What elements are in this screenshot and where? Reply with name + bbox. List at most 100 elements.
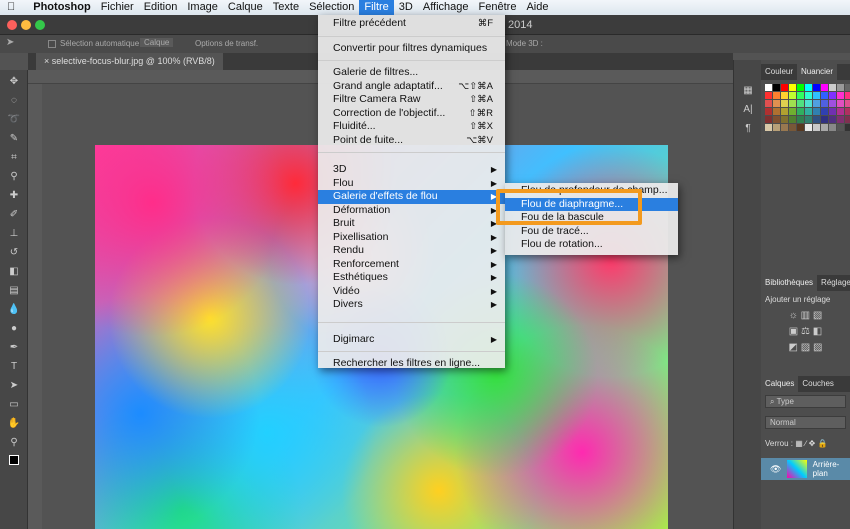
color-swatch[interactable]	[837, 124, 844, 131]
document-tab[interactable]: × selective-focus-blur.jpg @ 100% (RVB/8…	[36, 53, 223, 70]
color-swatch[interactable]	[837, 108, 844, 115]
blend-mode-dropdown[interactable]: Normal	[765, 416, 846, 429]
color-swatch[interactable]	[837, 92, 844, 99]
visibility-eye-icon[interactable]: 👁	[770, 464, 781, 475]
maximize-button[interactable]	[35, 20, 45, 30]
paragraph-panel-icon[interactable]: ¶	[739, 122, 757, 136]
color-swatch[interactable]	[765, 84, 772, 91]
filter-menu-item[interactable]: Rechercher les filtres en ligne...	[318, 357, 505, 371]
color-swatch[interactable]	[797, 108, 804, 115]
close-button[interactable]	[7, 20, 17, 30]
adjustment-icons[interactable]: ☼ ▥ ▧ ▣ ⚖ ◧ ◩ ▨ ▨	[761, 308, 850, 368]
tab-reglages[interactable]: Réglages	[817, 275, 850, 291]
layer-row[interactable]: 👁 Arrière-plan	[761, 458, 850, 480]
filter-menu-item[interactable]: Point de fuite... ⌥⌘V	[318, 134, 505, 148]
move-tool-icon[interactable]: ➤	[6, 37, 14, 48]
menu-edition[interactable]: Edition	[139, 0, 183, 15]
filter-menu-item[interactable]: Vidéo ▶	[318, 285, 505, 299]
color-swatches-icon[interactable]	[5, 455, 23, 469]
filter-menu-item[interactable]: Renforcement ▶	[318, 258, 505, 272]
shape-tool-icon[interactable]: ▭	[5, 398, 23, 412]
color-swatch[interactable]	[837, 116, 844, 123]
minimize-button[interactable]	[21, 20, 31, 30]
color-swatch[interactable]	[765, 100, 772, 107]
filter-menu-item[interactable]: Flou ▶	[318, 177, 505, 191]
color-swatch[interactable]	[773, 84, 780, 91]
dodge-tool-icon[interactable]: ●	[5, 322, 23, 336]
color-swatch[interactable]	[765, 92, 772, 99]
auto-select-checkbox[interactable]	[48, 40, 56, 48]
color-swatch[interactable]	[773, 116, 780, 123]
filter-menu-item[interactable]: Filtre Camera Raw ⇧⌘A	[318, 93, 505, 107]
type-tool-icon[interactable]: T	[5, 360, 23, 374]
layer-filter-type[interactable]: ⌕ Type	[765, 395, 846, 408]
filter-menu-item[interactable]: Filtre précédent ⌘F	[318, 17, 505, 31]
color-swatch[interactable]	[845, 92, 850, 99]
menu-affichage[interactable]: Affichage	[418, 0, 474, 15]
color-swatch[interactable]	[829, 124, 836, 131]
hand-tool-icon[interactable]: ✋	[5, 417, 23, 431]
color-swatch[interactable]	[797, 84, 804, 91]
filter-menu-item[interactable]: Galerie d'effets de flou ▶	[318, 190, 505, 204]
color-swatch[interactable]	[805, 116, 812, 123]
menu-photoshop[interactable]: Photoshop	[28, 0, 95, 15]
color-swatch[interactable]	[781, 124, 788, 131]
filter-menu-item[interactable]: Déformation ▶	[318, 204, 505, 218]
color-swatch[interactable]	[813, 124, 820, 131]
color-swatch[interactable]	[829, 92, 836, 99]
color-swatch[interactable]	[765, 124, 772, 131]
color-swatch[interactable]	[789, 100, 796, 107]
color-swatch[interactable]	[845, 108, 850, 115]
menu-texte[interactable]: Texte	[268, 0, 304, 15]
color-swatch[interactable]	[765, 116, 772, 123]
color-swatch[interactable]	[781, 84, 788, 91]
color-swatch[interactable]	[805, 124, 812, 131]
color-swatch[interactable]	[789, 84, 796, 91]
lasso-tool-icon[interactable]: ➰	[5, 113, 23, 127]
color-swatch[interactable]	[845, 84, 850, 91]
tab-bibliotheques[interactable]: Bibliothèques	[761, 275, 818, 291]
color-swatch[interactable]	[829, 108, 836, 115]
color-swatch[interactable]	[781, 116, 788, 123]
color-swatch[interactable]	[845, 124, 850, 131]
menu-3d[interactable]: 3D	[394, 0, 418, 15]
lock-icons[interactable]: ▦ ∕ ✥ 🔒	[795, 439, 827, 448]
color-swatch[interactable]	[781, 92, 788, 99]
color-swatch[interactable]	[797, 92, 804, 99]
menu-fenetre[interactable]: Fenêtre	[474, 0, 522, 15]
filter-menu-item[interactable]: Pixellisation ▶	[318, 231, 505, 245]
swatches-grid[interactable]	[761, 80, 850, 135]
transform-options-label[interactable]: Options de transf.	[195, 39, 258, 48]
color-swatch[interactable]	[805, 100, 812, 107]
path-select-tool-icon[interactable]: ➤	[5, 379, 23, 393]
tab-couches[interactable]: Couches	[798, 376, 838, 392]
filter-menu-item[interactable]: Esthétiques ▶	[318, 271, 505, 285]
color-swatch[interactable]	[805, 92, 812, 99]
color-swatch[interactable]	[829, 84, 836, 91]
color-swatch[interactable]	[813, 92, 820, 99]
eyedropper-tool-icon[interactable]: ⚲	[5, 170, 23, 184]
color-swatch[interactable]	[789, 108, 796, 115]
menu-aide[interactable]: Aide	[521, 0, 553, 15]
filter-menu-item[interactable]: Bruit ▶	[318, 217, 505, 231]
filter-menu-item[interactable]: Convertir pour filtres dynamiques	[318, 42, 505, 56]
quick-select-tool-icon[interactable]: ✎	[5, 132, 23, 146]
healing-tool-icon[interactable]: ✚	[5, 189, 23, 203]
menu-fichier[interactable]: Fichier	[96, 0, 139, 15]
apple-menu[interactable]: 	[2, 0, 20, 15]
color-swatch[interactable]	[821, 100, 828, 107]
color-swatch[interactable]	[773, 124, 780, 131]
tab-couleur[interactable]: Couleur	[761, 64, 797, 80]
menu-image[interactable]: Image	[182, 0, 223, 15]
color-swatch[interactable]	[821, 124, 828, 131]
color-swatch[interactable]	[813, 108, 820, 115]
menu-filtre[interactable]: Filtre	[359, 0, 394, 15]
close-tab-icon[interactable]: ×	[44, 56, 52, 66]
filter-menu-item[interactable]: Grand angle adaptatif... ⌥⇧⌘A	[318, 80, 505, 94]
color-swatch[interactable]	[829, 100, 836, 107]
move-tool-icon[interactable]: ✥	[5, 75, 23, 89]
filter-menu-item[interactable]: Fluidité... ⇧⌘X	[318, 120, 505, 134]
menu-calque[interactable]: Calque	[223, 0, 268, 15]
color-swatch[interactable]	[813, 116, 820, 123]
color-swatch[interactable]	[837, 84, 844, 91]
